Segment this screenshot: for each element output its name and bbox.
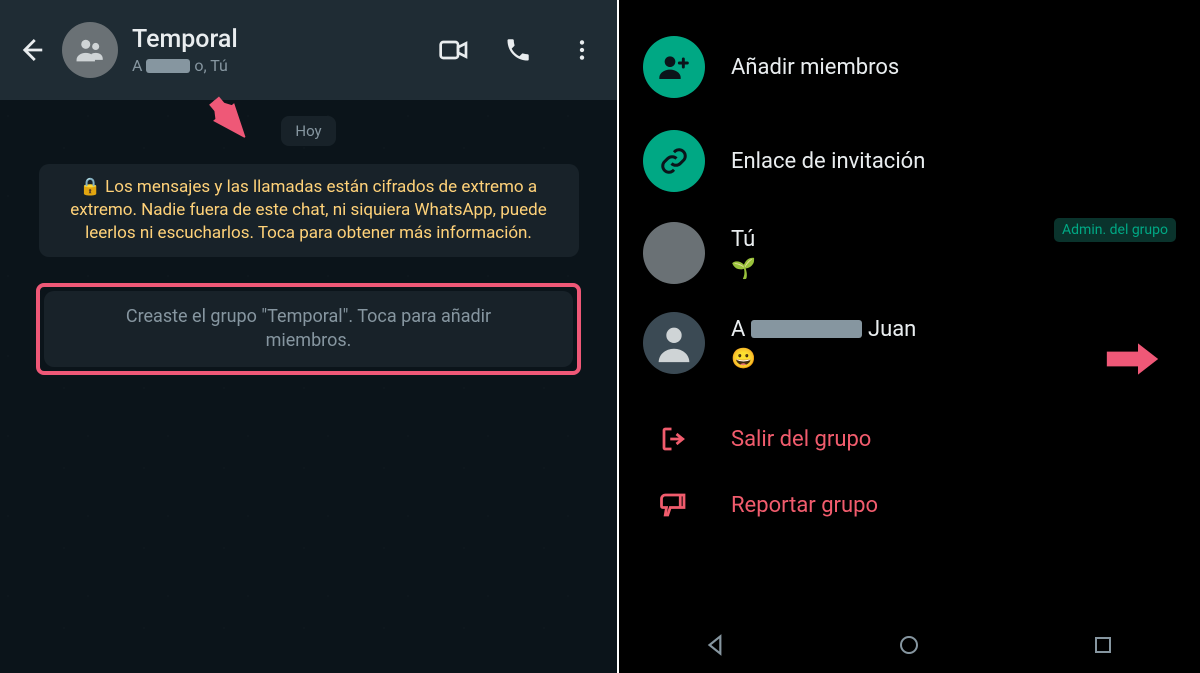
video-call-icon[interactable] — [437, 33, 471, 67]
add-person-icon — [643, 36, 705, 98]
member-name: Tú — [731, 227, 756, 252]
exit-icon — [643, 424, 705, 454]
back-icon[interactable] — [14, 33, 48, 67]
header-actions — [437, 33, 599, 67]
invite-link-label: Enlace de invitación — [731, 149, 925, 174]
date-chip: Hoy — [281, 116, 335, 146]
lock-icon: 🔒 — [80, 177, 101, 197]
group-info-panel: Añadir miembros Enlace de invitación Tú … — [619, 0, 1200, 673]
voice-call-icon[interactable] — [501, 33, 535, 67]
chat-title-block[interactable]: Temporal Axxo, Tú — [132, 25, 423, 75]
report-group-button[interactable]: Reportar grupo — [643, 472, 1176, 538]
chat-subtitle: Axxo, Tú — [132, 56, 423, 75]
report-group-label: Reportar grupo — [731, 493, 878, 518]
android-nav-bar — [619, 617, 1200, 673]
add-members-button[interactable]: Añadir miembros — [643, 20, 1176, 114]
chat-panel: Temporal Axxo, Tú Hoy 🔒Los mensajes y la… — [0, 0, 619, 673]
group-info-list: Añadir miembros Enlace de invitación Tú … — [619, 0, 1200, 548]
member-row-contact[interactable]: AxxxxxJuan 😀 — [643, 298, 1176, 388]
chat-title: Temporal — [132, 25, 423, 54]
member-row-you[interactable]: Tú 🌱 Admin. del grupo — [643, 208, 1176, 298]
thumbs-down-icon — [643, 490, 705, 520]
avatar — [643, 222, 705, 284]
link-icon — [643, 130, 705, 192]
invite-link-button[interactable]: Enlace de invitación — [643, 114, 1176, 208]
more-icon[interactable] — [565, 33, 599, 67]
system-message[interactable]: Creaste el grupo "Temporal". Toca para a… — [44, 291, 573, 368]
group-avatar-icon[interactable] — [62, 22, 118, 78]
member-name: AxxxxxJuan — [731, 317, 916, 342]
system-message-highlight: Creaste el grupo "Temporal". Toca para a… — [36, 283, 581, 376]
nav-home-icon[interactable] — [889, 625, 929, 665]
add-members-label: Añadir miembros — [731, 55, 899, 80]
chat-header[interactable]: Temporal Axxo, Tú — [0, 0, 617, 100]
member-status: 🌱 — [731, 256, 756, 280]
encryption-notice[interactable]: 🔒Los mensajes y las llamadas están cifra… — [39, 164, 579, 257]
chat-body: Hoy 🔒Los mensajes y las llamadas están c… — [0, 100, 617, 673]
nav-back-icon[interactable] — [696, 625, 736, 665]
avatar-placeholder-icon — [643, 312, 705, 374]
member-status: 😀 — [731, 346, 916, 370]
admin-badge: Admin. del grupo — [1054, 218, 1176, 242]
nav-recent-icon[interactable] — [1083, 625, 1123, 665]
leave-group-label: Salir del grupo — [731, 427, 871, 452]
leave-group-button[interactable]: Salir del grupo — [643, 406, 1176, 472]
